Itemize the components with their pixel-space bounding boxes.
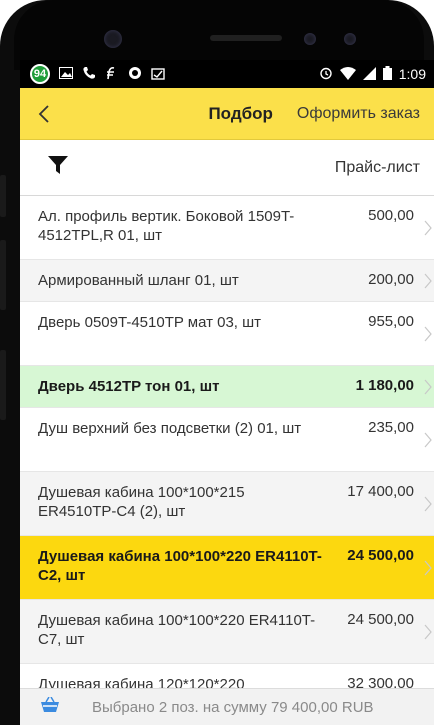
list-item[interactable]: Дверь 0509T-4510TP мат 03, шт 955,00 <box>20 302 434 366</box>
nav-bar: Подбор Оформить заказ <box>20 88 434 140</box>
power-button <box>0 350 6 420</box>
list-item[interactable]: Ал. профиль вертик. Боковой 1509T-4512TP… <box>20 196 434 260</box>
proximity-sensor <box>304 33 316 45</box>
item-name: Душевая кабина 100*100*220 ER4110T-C7, ш… <box>38 612 316 648</box>
status-bar: 94 1:09 <box>20 60 434 88</box>
chevron-right-icon <box>424 273 432 288</box>
item-name: Душевая кабина 100*100*215 ER4510TP-C4 (… <box>38 484 245 520</box>
item-name: Дверь 0509T-4510TP мат 03, шт <box>38 314 262 331</box>
signal-icon <box>362 66 376 82</box>
gallery-icon <box>59 67 73 81</box>
selection-summary-bar[interactable]: Выбрано 2 поз. на сумму 79 400,00 RUB <box>20 688 434 725</box>
filter-toolbar: Прайс-лист <box>20 140 434 196</box>
item-price: 24 500,00 <box>347 611 414 628</box>
wifi-icon <box>339 66 356 82</box>
front-camera <box>104 30 122 48</box>
item-price: 1 180,00 <box>355 377 414 394</box>
earpiece-speaker <box>210 35 282 41</box>
clipboard-icon <box>151 66 165 82</box>
item-price: 17 400,00 <box>347 483 414 500</box>
light-sensor <box>344 33 356 45</box>
currency-icon <box>105 66 119 82</box>
chevron-right-icon <box>424 379 432 394</box>
item-price: 955,00 <box>368 313 414 330</box>
item-name: Армированный шланг 01, шт <box>38 272 239 289</box>
item-price: 200,00 <box>368 271 414 288</box>
item-price: 235,00 <box>368 419 414 436</box>
item-price: 24 500,00 <box>347 547 414 564</box>
list-item[interactable]: Душевая кабина 100*100*220 ER4110T-C2, ш… <box>20 536 434 600</box>
item-price: 500,00 <box>368 207 414 224</box>
clock: 1:09 <box>398 66 426 82</box>
list-item[interactable]: Душевая кабина 100*100*215 ER4510TP-C4 (… <box>20 472 434 536</box>
filter-button[interactable] <box>48 156 68 179</box>
place-order-button[interactable]: Оформить заказ <box>297 105 434 123</box>
list-item[interactable]: Дверь 4512TP тон 01, шт 1 180,00 <box>20 366 434 408</box>
basket-icon <box>40 696 60 718</box>
chevron-right-icon <box>424 326 432 341</box>
list-item[interactable]: Душ верхний без подсветки (2) 01, шт 235… <box>20 408 434 472</box>
chevron-right-icon <box>424 560 432 575</box>
item-name: Душ верхний без подсветки (2) 01, шт <box>38 420 302 437</box>
battery-icon <box>382 66 392 82</box>
list-item[interactable]: Армированный шланг 01, шт 200,00 <box>20 260 434 302</box>
chevron-right-icon <box>424 624 432 639</box>
phone-frame: 94 1:09 Подбор Оформить заказ Прайс-лист… <box>0 0 434 725</box>
list-item[interactable]: Душевая кабина 100*100*220 ER4110T-C7, ш… <box>20 600 434 664</box>
chevron-right-icon <box>424 220 432 235</box>
notification-count-badge: 94 <box>30 64 50 84</box>
shield-icon <box>128 66 142 82</box>
item-name: Душевая кабина 100*100*220 ER4110T-C2, ш… <box>38 548 322 584</box>
volume-button <box>0 240 6 310</box>
chevron-left-icon <box>38 104 49 123</box>
selection-summary-text: Выбрано 2 поз. на сумму 79 400,00 RUB <box>92 698 374 716</box>
item-name: Ал. профиль вертик. Боковой 1509T-4512TP… <box>38 208 295 244</box>
app-screen: 94 1:09 Подбор Оформить заказ Прайс-лист… <box>20 60 434 725</box>
filter-icon <box>48 156 68 174</box>
volume-button <box>0 175 6 217</box>
back-button[interactable] <box>20 88 68 140</box>
product-list: Ал. профиль вертик. Боковой 1509T-4512TP… <box>20 196 434 725</box>
alarm-icon <box>319 66 333 82</box>
price-list-selector[interactable]: Прайс-лист <box>335 159 420 177</box>
page-title: Подбор <box>208 103 273 123</box>
chevron-right-icon <box>424 496 432 511</box>
call-icon <box>82 66 96 82</box>
chevron-right-icon <box>424 432 432 447</box>
item-name: Дверь 4512TP тон 01, шт <box>38 378 220 395</box>
